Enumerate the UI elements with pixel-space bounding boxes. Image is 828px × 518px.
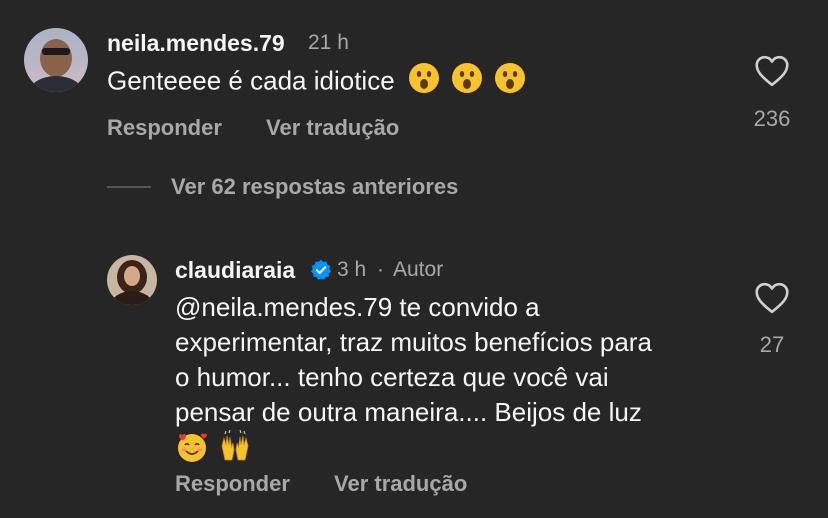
reply-like-button[interactable] — [754, 282, 790, 319]
heart-outline-icon — [755, 282, 789, 314]
reply-timestamp: 3 h — [337, 258, 367, 281]
meta-separator: · — [377, 258, 384, 281]
see-translation-button[interactable]: Ver tradução — [266, 115, 399, 141]
comment-text: Genteeee é cada idiotice — [107, 62, 526, 103]
comment-text-content: Genteeee é cada idiotice — [107, 65, 395, 96]
comment-username[interactable]: neila.mendes.79 — [107, 30, 285, 57]
reply-like-count: 27 — [759, 332, 785, 357]
astonished-emoji-3 — [494, 62, 526, 103]
comments-thread: neila.mendes.79 21 h Genteeee é cada idi… — [0, 0, 828, 518]
verified-badge-icon — [310, 259, 332, 280]
like-count: 236 — [753, 106, 791, 131]
astonished-emoji-1 — [408, 62, 440, 103]
reply-text-line-3: o humor... tenho certeza que você vai — [175, 362, 609, 392]
reply-text: @neila.mendes.79 te convido a experiment… — [175, 290, 735, 466]
reply-username[interactable]: claudiaraia — [175, 257, 295, 284]
reply-emoji-line — [175, 429, 735, 466]
reply-text-line-4: pensar de outra maneira.... Beijos de lu… — [175, 397, 642, 427]
smiling-hearts-emoji — [175, 430, 209, 473]
reply-reply-button[interactable]: Responder — [175, 471, 290, 497]
reply-see-translation-button[interactable]: Ver tradução — [334, 471, 467, 497]
comment-timestamp: 21 h — [308, 31, 349, 54]
like-button[interactable] — [754, 55, 790, 92]
raising-hands-emoji — [218, 429, 252, 473]
reply-text-line-2: experimentar, traz muitos benefícios par… — [175, 327, 652, 357]
reply-button[interactable]: Responder — [107, 115, 222, 141]
mention-link[interactable]: @neila.mendes.79 — [175, 292, 392, 322]
heart-outline-icon — [755, 55, 789, 87]
astonished-emoji-2 — [451, 62, 483, 103]
avatar-claudiaraia[interactable] — [107, 255, 157, 305]
view-previous-replies-button[interactable]: Ver 62 respostas anteriores — [171, 174, 458, 200]
replies-divider-line — [107, 186, 151, 188]
reply-text-line-1: @neila.mendes.79 te convido a — [175, 290, 735, 325]
avatar-neila[interactable] — [24, 28, 88, 92]
author-badge: Autor — [393, 258, 444, 281]
reply-text-segment: te convido a — [392, 292, 540, 322]
